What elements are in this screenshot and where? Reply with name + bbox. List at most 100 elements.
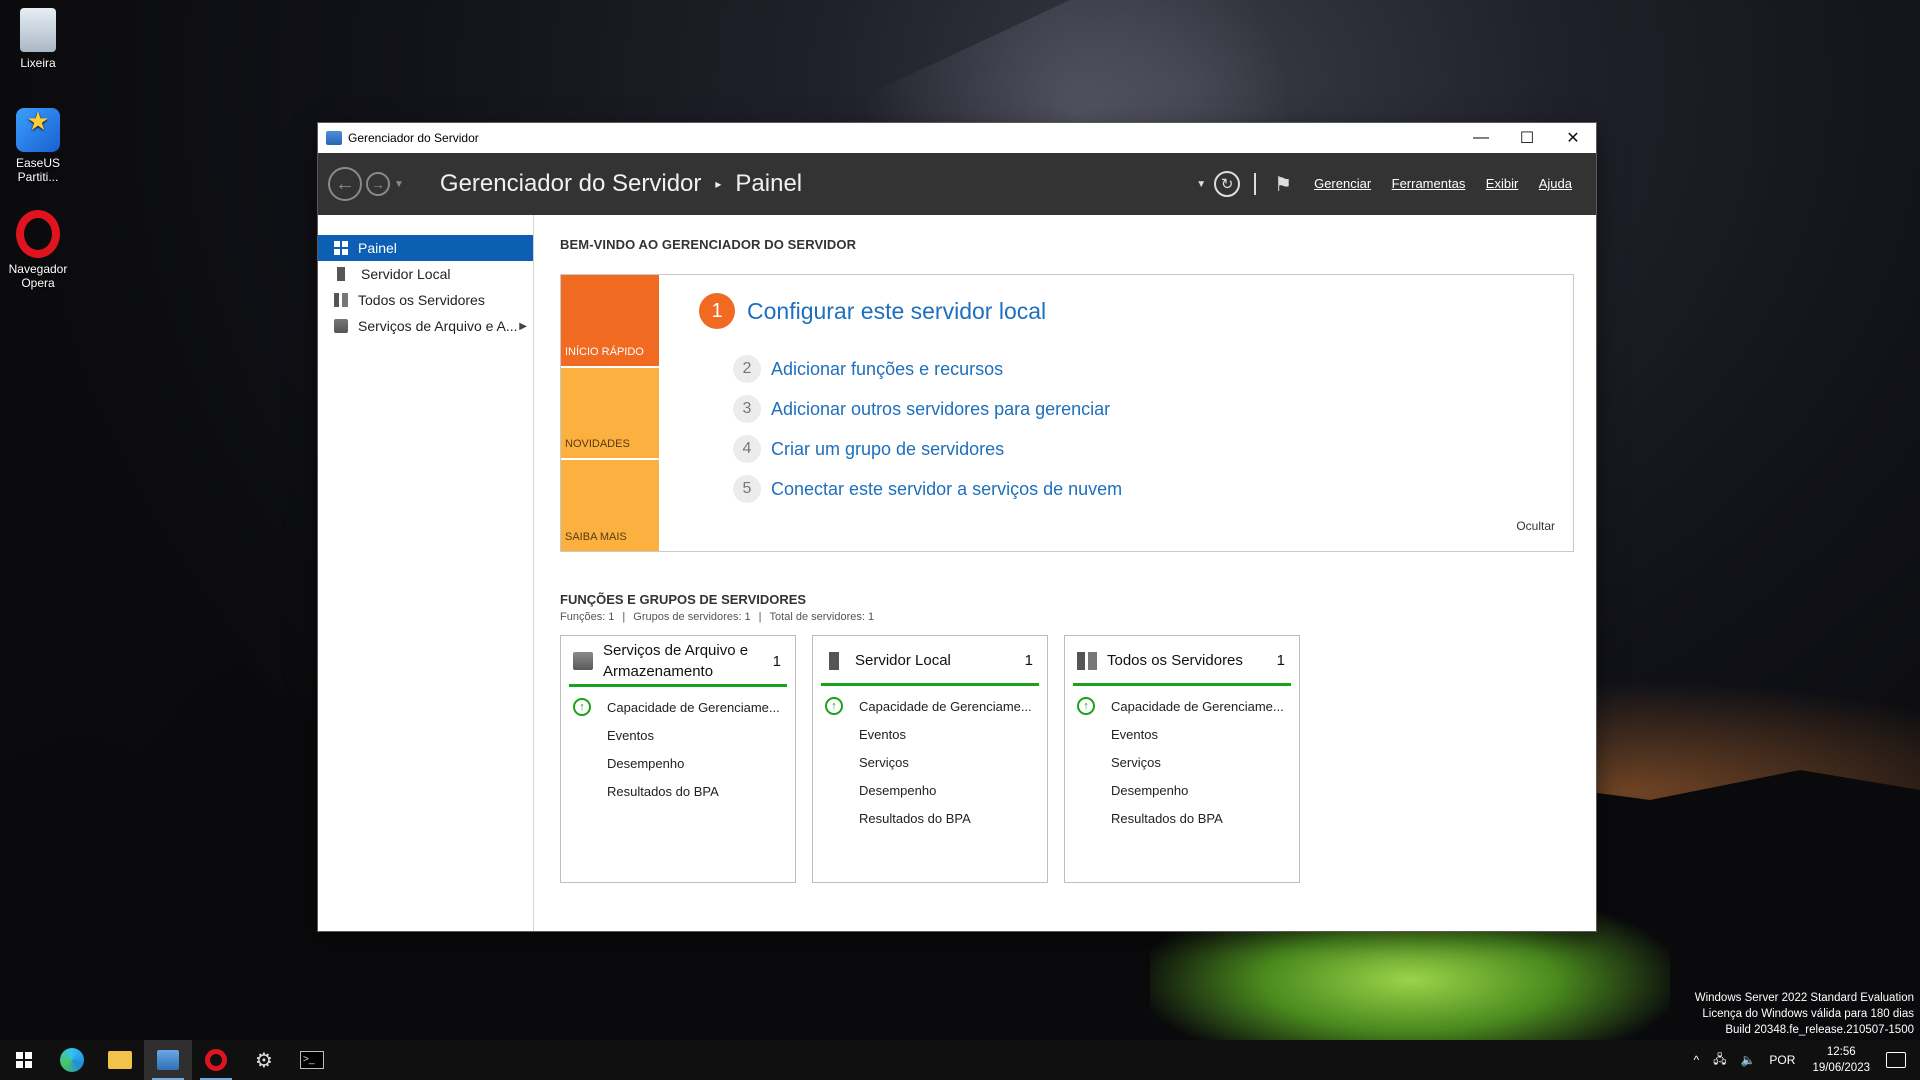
tile-row[interactable]: Serviços xyxy=(821,748,1039,776)
tab-learn-more[interactable]: SAIBA MAIS xyxy=(561,460,659,552)
tile-title: Servidor Local xyxy=(855,652,951,669)
sidebar-item-local-server[interactable]: Servidor Local xyxy=(318,261,533,287)
add-servers-link[interactable]: 3 Adicionar outros servidores para geren… xyxy=(733,389,1573,429)
tab-quick-start[interactable]: INÍCIO RÁPIDO xyxy=(561,275,659,368)
desktop-icon-recycle-bin[interactable]: Lixeira xyxy=(8,8,68,70)
desktop-icon-opera[interactable]: Navegador Opera xyxy=(8,210,68,290)
taskbar-file-explorer[interactable] xyxy=(96,1040,144,1080)
tile-row[interactable]: Serviços xyxy=(1073,748,1291,776)
step-number: 5 xyxy=(733,475,761,503)
watermark-line: Licença do Windows válida para 180 dias xyxy=(1702,1008,1914,1020)
welcome-title: BEM-VINDO AO GERENCIADOR DO SERVIDOR xyxy=(560,237,857,252)
gear-icon: ⚙ xyxy=(255,1049,273,1072)
chevron-up-icon[interactable]: ^ xyxy=(1693,1053,1699,1067)
sidebar-item-dashboard[interactable]: Painel xyxy=(318,235,533,261)
tile-row[interactable]: ↑ Capacidade de Gerenciame... xyxy=(1073,692,1291,720)
step-number: 2 xyxy=(733,355,761,383)
desktop-icon-easeus[interactable]: EaseUS Partiti... xyxy=(8,108,68,184)
breadcrumb-separator-icon: ▸ xyxy=(715,177,722,191)
language-indicator[interactable]: POR xyxy=(1769,1053,1795,1067)
step-label: Configurar este servidor local xyxy=(747,297,1047,324)
step-number: 1 xyxy=(699,293,735,329)
volume-icon[interactable]: 🔈 xyxy=(1740,1053,1755,1067)
connect-cloud-link[interactable]: 5 Conectar este servidor a serviços de n… xyxy=(733,469,1573,509)
notifications-flag-icon[interactable]: ⚑ xyxy=(1274,172,1292,197)
tile-file-storage-services[interactable]: Serviços de Arquivo e Armazenamento 1 ↑ C… xyxy=(560,635,796,883)
sidebar-item-label: Painel xyxy=(358,240,397,256)
forward-button[interactable]: → xyxy=(366,172,390,196)
menu-view[interactable]: Exibir xyxy=(1486,176,1519,191)
hide-link[interactable]: Ocultar xyxy=(1516,519,1555,533)
server-manager-icon xyxy=(157,1050,179,1070)
sidebar-item-file-services[interactable]: Serviços de Arquivo e A... ▶ xyxy=(318,313,533,339)
status-ok-icon: ↑ xyxy=(573,698,591,716)
start-button[interactable] xyxy=(0,1040,48,1080)
taskbar-server-manager[interactable] xyxy=(144,1040,192,1080)
sidebar-item-all-servers[interactable]: Todos os Servidores xyxy=(318,287,533,313)
notification-center-icon[interactable] xyxy=(1886,1052,1906,1068)
opera-icon xyxy=(205,1049,227,1071)
taskbar-edge[interactable] xyxy=(48,1040,96,1080)
maximize-button[interactable]: ☐ xyxy=(1504,123,1550,153)
tile-row[interactable]: ↑ Capacidade de Gerenciame... xyxy=(821,692,1039,720)
tile-row[interactable]: Eventos xyxy=(1073,720,1291,748)
step-label: Adicionar outros servidores para gerenci… xyxy=(771,398,1111,419)
tile-count: 1 xyxy=(1276,652,1285,669)
header-bar: ← → ▼ Gerenciador do Servidor ▸ Painel ▼… xyxy=(318,153,1596,215)
taskbar-opera[interactable] xyxy=(192,1040,240,1080)
tile-row[interactable]: Eventos xyxy=(569,721,787,749)
step-number: 4 xyxy=(733,435,761,463)
quick-start-tabs: INÍCIO RÁPIDO NOVIDADES SAIBA MAIS xyxy=(561,275,659,552)
tile-all-servers[interactable]: Todos os Servidores 1 ↑ Capacidade de Ger… xyxy=(1064,635,1300,883)
tile-count: 1 xyxy=(1024,652,1033,669)
chevron-down-icon[interactable]: ▼ xyxy=(1196,179,1206,190)
quick-start-panel: INÍCIO RÁPIDO NOVIDADES SAIBA MAIS 1 Con… xyxy=(560,274,1574,552)
servers-icon xyxy=(1077,651,1097,670)
terminal-icon: >_ xyxy=(300,1051,324,1069)
tile-title: Todos os Servidores xyxy=(1107,652,1243,669)
create-server-group-link[interactable]: 4 Criar um grupo de servidores xyxy=(733,429,1573,469)
taskbar-cmd[interactable]: >_ xyxy=(288,1040,336,1080)
clock-date: 19/06/2023 xyxy=(1812,1062,1870,1074)
tile-row[interactable]: Resultados do BPA xyxy=(569,777,787,805)
back-button[interactable]: ← xyxy=(328,167,362,201)
tile-row[interactable]: Resultados do BPA xyxy=(821,804,1039,832)
tile-row[interactable]: Desempenho xyxy=(569,749,787,777)
divider xyxy=(1254,173,1257,195)
tile-row[interactable]: Resultados do BPA xyxy=(1073,804,1291,832)
step-label: Conectar este servidor a serviços de nuv… xyxy=(771,478,1123,499)
tile-row[interactable]: Eventos xyxy=(821,720,1039,748)
roles-section-title: FUNÇÕES E GRUPOS DE SERVIDORES xyxy=(560,592,807,607)
system-tray: ^ 🖧 🔈 POR 12:56 19/06/2023 xyxy=(1686,1040,1920,1080)
add-roles-link[interactable]: 2 Adicionar funções e recursos xyxy=(733,349,1573,389)
menu-tools[interactable]: Ferramentas xyxy=(1392,176,1466,191)
breadcrumb-root[interactable]: Gerenciador do Servidor xyxy=(440,170,701,198)
network-icon[interactable]: 🖧 xyxy=(1713,1050,1726,1071)
file-services-icon xyxy=(573,652,593,670)
configure-local-server-link[interactable]: 1 Configurar este servidor local xyxy=(699,293,1573,329)
title-bar[interactable]: Gerenciador do Servidor — ☐ ✕ xyxy=(318,123,1596,153)
close-button[interactable]: ✕ xyxy=(1550,123,1596,153)
minimize-button[interactable]: — xyxy=(1458,123,1504,153)
roles-count: Funções: 1 xyxy=(560,611,615,623)
window-title: Gerenciador do Servidor xyxy=(348,131,479,145)
chevron-right-icon[interactable]: ▶ xyxy=(519,321,527,332)
menu-help[interactable]: Ajuda xyxy=(1539,176,1572,191)
step-label: Criar um grupo de servidores xyxy=(771,438,1005,459)
server-icon xyxy=(337,267,345,281)
tile-row[interactable]: ↑ Capacidade de Gerenciame... xyxy=(569,693,787,721)
clock[interactable]: 12:56 19/06/2023 xyxy=(1812,1044,1870,1076)
tile-row[interactable]: Desempenho xyxy=(1073,776,1291,804)
tile-row[interactable]: Desempenho xyxy=(821,776,1039,804)
desktop-icon-label: EaseUS Partiti... xyxy=(15,156,61,184)
file-services-icon xyxy=(334,319,348,333)
refresh-icon[interactable]: ↻ xyxy=(1214,171,1241,197)
windows-logo-icon xyxy=(16,1052,32,1068)
taskbar-settings-app[interactable]: ⚙ xyxy=(240,1040,288,1080)
history-dropdown-icon[interactable]: ▼ xyxy=(394,179,404,190)
total-servers-count: Total de servidores: 1 xyxy=(769,611,875,623)
sidebar-item-label: Servidor Local xyxy=(361,266,451,282)
menu-manage[interactable]: Gerenciar xyxy=(1314,176,1371,191)
tile-local-server[interactable]: Servidor Local 1 ↑ Capacidade de Gerencia… xyxy=(812,635,1048,883)
tab-whats-new[interactable]: NOVIDADES xyxy=(561,367,659,461)
